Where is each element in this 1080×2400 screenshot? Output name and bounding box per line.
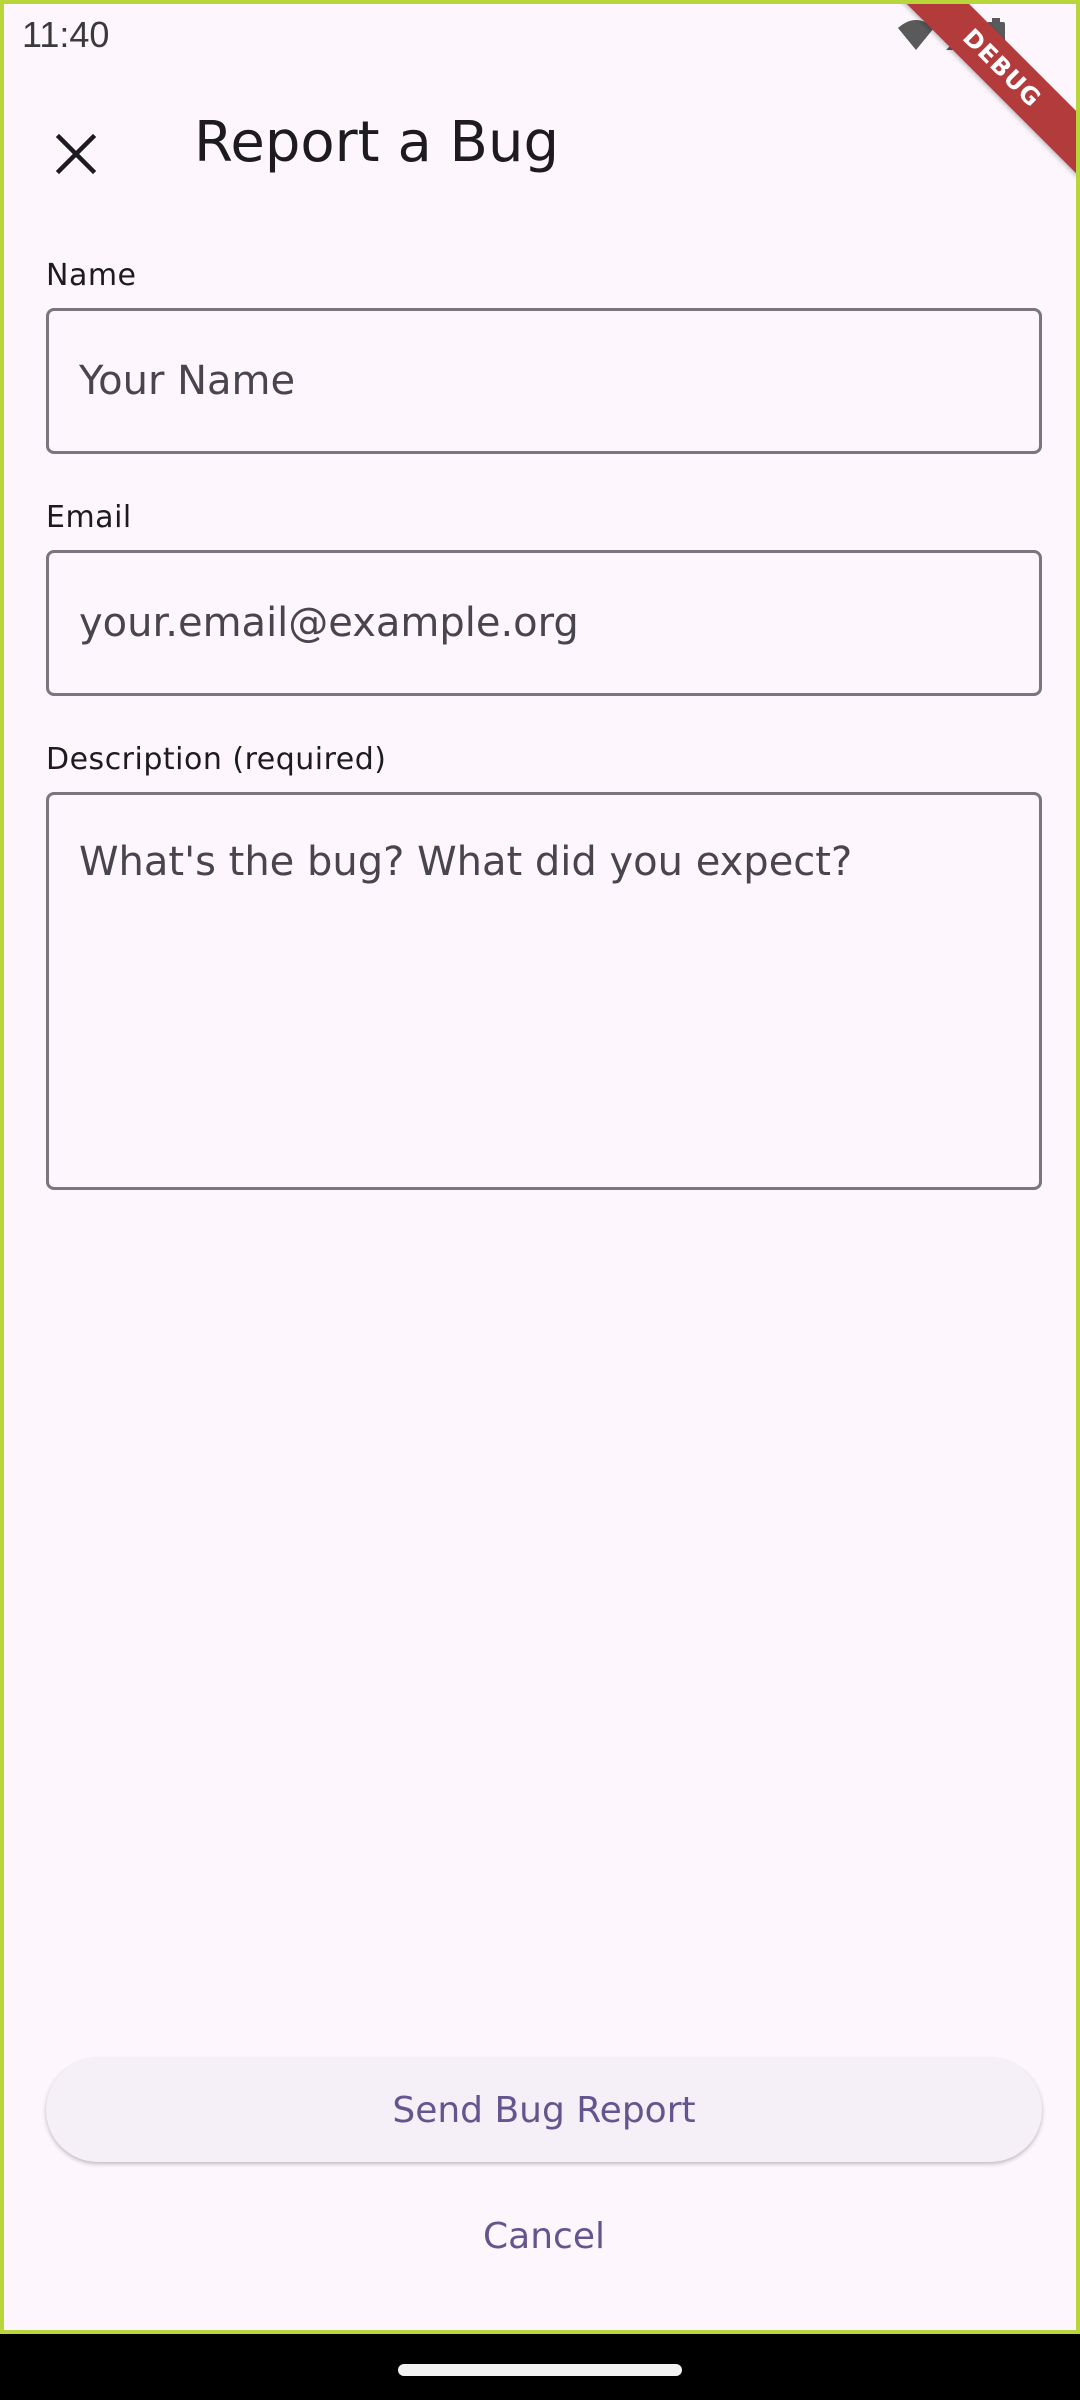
close-button[interactable]: [28, 108, 124, 204]
system-nav-bar: [0, 2334, 1080, 2400]
cell-signal-icon: [944, 18, 978, 52]
wifi-icon: [896, 18, 936, 52]
email-label: Email: [46, 500, 132, 535]
cancel-button[interactable]: Cancel: [394, 2184, 694, 2288]
name-label: Name: [46, 258, 137, 293]
app-screen: 11:40 DEBUG Report a Bug Name Your Name …: [0, 0, 1080, 2334]
home-indicator[interactable]: [398, 2364, 682, 2376]
send-bug-report-button[interactable]: Send Bug Report: [46, 2058, 1042, 2162]
page-title: Report a Bug: [194, 110, 560, 175]
description-textarea[interactable]: [46, 792, 1042, 1190]
status-icons: [896, 18, 1006, 52]
email-input[interactable]: [46, 550, 1042, 696]
battery-icon: [986, 18, 1006, 52]
status-time: 11:40: [22, 14, 110, 55]
name-input[interactable]: [46, 308, 1042, 454]
close-icon: [54, 132, 98, 181]
app-bar: Report a Bug: [4, 68, 1076, 212]
status-bar: 11:40: [4, 4, 1076, 68]
description-label: Description (required): [46, 742, 387, 777]
